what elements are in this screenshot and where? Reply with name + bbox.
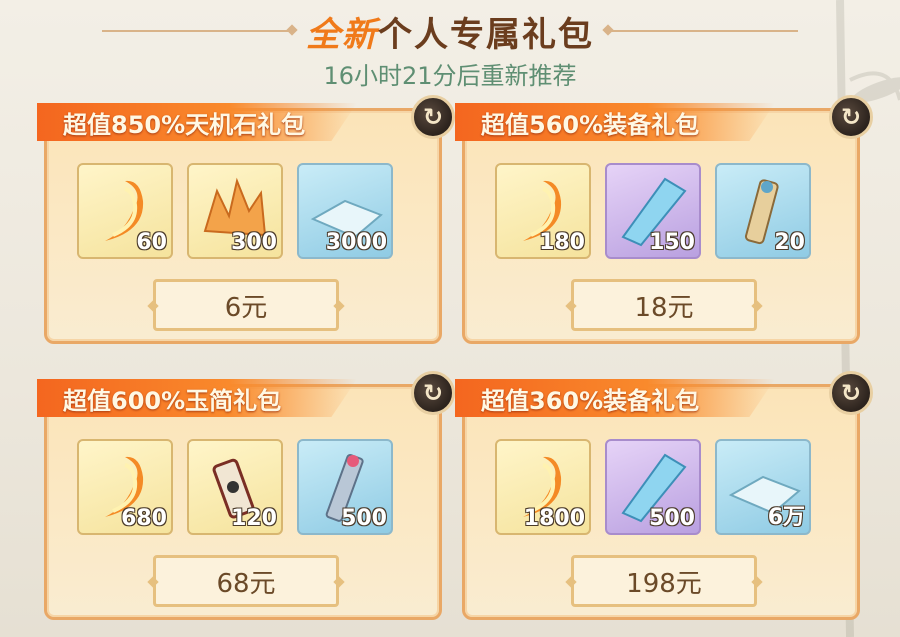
pack-items: 60 300 3000 [77,163,393,259]
item-quantity: 680 [121,506,167,531]
page-title: 全新个人专属礼包 [306,7,594,56]
flame-feather-icon[interactable]: 60 [77,163,173,259]
price-button[interactable]: 6元 [153,279,339,331]
pack-items: 680 120 500 [77,439,393,535]
refresh-icon[interactable]: ↻ [829,371,873,415]
silver-cloth-icon[interactable]: 6万 [715,439,811,535]
item-quantity: 500 [341,506,387,531]
title-divider-left [102,30,292,32]
title-row: 全新个人专属礼包 [0,6,900,56]
refresh-timer: 16小时21分后重新推荐 [323,62,577,90]
flame-feather-icon[interactable]: 180 [495,163,591,259]
refresh-icon[interactable]: ↻ [411,95,455,139]
pack-title: 超值560%装备礼包 [455,103,775,141]
refresh-icon[interactable]: ↻ [411,371,455,415]
gift-pack-card: 超值600%玉简礼包 ↻ 680 120 500 68元 [37,371,455,620]
item-quantity: 500 [649,506,695,531]
title-divider-right [608,30,798,32]
flame-feather-icon[interactable]: 680 [77,439,173,535]
item-quantity: 60 [136,230,167,255]
pack-items: 1800 500 6万 [495,439,811,535]
orange-crystal-icon[interactable]: 300 [187,163,283,259]
item-quantity: 300 [231,230,277,255]
pack-title: 超值360%装备礼包 [455,379,775,417]
item-quantity: 1800 [523,506,585,531]
flame-feather-icon[interactable]: 1800 [495,439,591,535]
pack-items: 180 150 20 [495,163,811,259]
pack-title: 超值850%天机石礼包 [37,103,357,141]
blue-crystal-icon[interactable]: 500 [605,439,701,535]
item-quantity: 150 [649,230,695,255]
red-scroll-icon[interactable]: 120 [187,439,283,535]
silver-cloth-icon[interactable]: 3000 [297,163,393,259]
pack-title: 超值600%玉简礼包 [37,379,357,417]
gift-pack-card: 超值560%装备礼包 ↻ 180 150 20 18元 [455,95,873,344]
item-quantity: 20 [774,230,805,255]
refresh-icon[interactable]: ↻ [829,95,873,139]
price-button[interactable]: 198元 [571,555,757,607]
title-rest: 个人专属礼包 [378,14,594,55]
item-quantity: 180 [539,230,585,255]
header: 全新个人专属礼包 16小时21分后重新推荐 [0,0,900,96]
scroll-icon[interactable]: 20 [715,163,811,259]
item-quantity: 3000 [325,230,387,255]
jade-slip-icon[interactable]: 500 [297,439,393,535]
price-button[interactable]: 18元 [571,279,757,331]
gift-pack-card: 超值850%天机石礼包 ↻ 60 300 3000 6元 [37,95,455,344]
title-highlight: 全新 [306,14,378,55]
blue-crystal-icon[interactable]: 150 [605,163,701,259]
gift-pack-card: 超值360%装备礼包 ↻ 1800 500 6万 198元 [455,371,873,620]
price-button[interactable]: 68元 [153,555,339,607]
item-quantity: 120 [231,506,277,531]
item-quantity: 6万 [767,505,805,530]
